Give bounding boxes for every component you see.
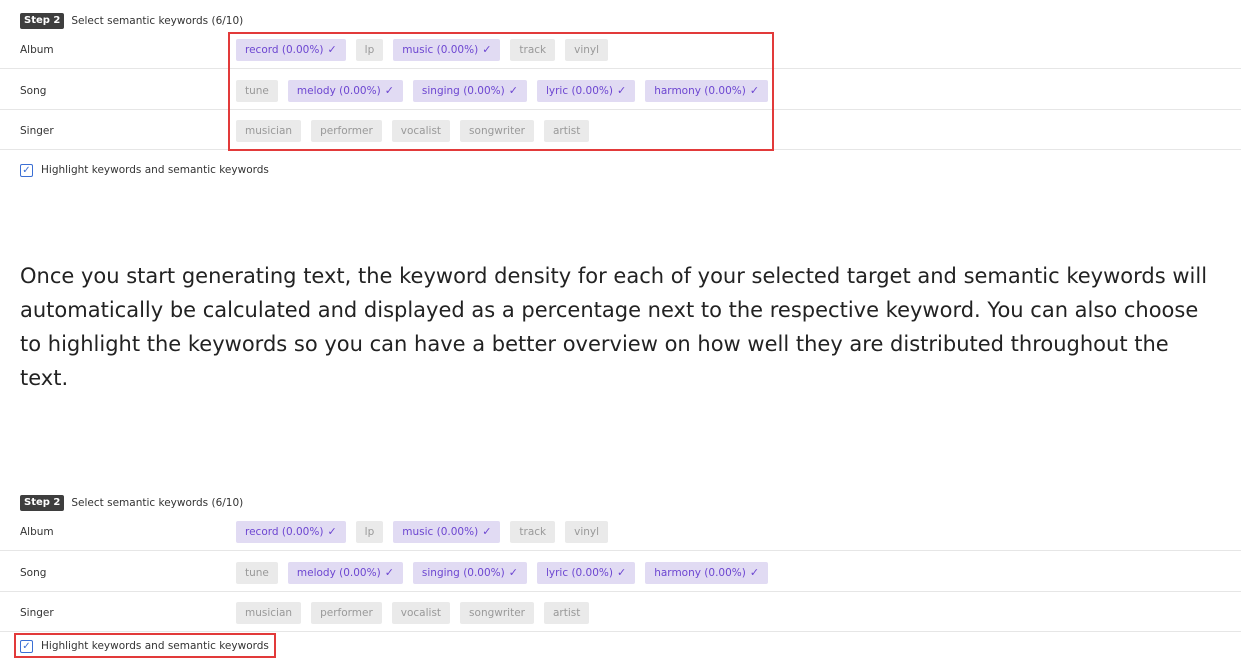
- keyword-row-singer: Singer musician performer vocalist songw…: [0, 595, 1241, 632]
- row-label: Song: [20, 567, 47, 579]
- chip-text: lp: [364, 526, 375, 538]
- row-label: Album: [20, 526, 54, 538]
- annotation-box-checkbox: [14, 633, 276, 658]
- step-title: Select semantic keywords (6/10): [71, 497, 244, 509]
- step-header: Step 2 Select semantic keywords (6/10): [20, 494, 243, 512]
- keyword-chip[interactable]: lyric (0.00%) ✓: [536, 562, 636, 584]
- chip-text: artist: [552, 607, 581, 619]
- chip-text: track: [519, 526, 547, 538]
- highlight-keywords-option[interactable]: ✓ Highlight keywords and semantic keywor…: [20, 161, 269, 179]
- keyword-chip[interactable]: vinyl: [565, 521, 609, 543]
- keyword-row-song: Song tune melody (0.00%) ✓ singing (0.00%…: [0, 555, 1241, 592]
- row-label: Singer: [20, 125, 54, 137]
- keyword-chip[interactable]: vocalist: [391, 602, 451, 624]
- step-title: Select semantic keywords (6/10): [71, 15, 244, 27]
- chip-text: songwriter: [469, 607, 525, 619]
- step-badge: Step 2: [20, 13, 65, 29]
- check-icon: ✓: [384, 566, 394, 579]
- keyword-row-album: Album record (0.00%) ✓ lp music (0.00%) ✓ …: [0, 514, 1241, 551]
- checkmark-icon: ✓: [22, 164, 31, 176]
- keyword-chip[interactable]: songwriter: [460, 602, 534, 624]
- keyword-chip[interactable]: artist: [543, 602, 590, 624]
- annotation-box-keywords: [228, 32, 774, 151]
- check-icon: ✓: [749, 566, 760, 579]
- chip-text: performer: [320, 607, 373, 619]
- keyword-chip[interactable]: track: [510, 521, 556, 543]
- chip-text: record (0.00%): [245, 526, 324, 538]
- keyword-chip[interactable]: performer: [311, 602, 382, 624]
- step-badge: Step 2: [20, 495, 65, 511]
- chip-text: tune: [245, 567, 269, 579]
- chip-text: musician: [245, 607, 293, 619]
- chip-text: melody (0.00%): [296, 567, 381, 579]
- keyword-chip[interactable]: lp: [355, 521, 384, 543]
- chip-group: record (0.00%) ✓ lp music (0.00%) ✓ track …: [236, 521, 618, 543]
- check-icon: ✓: [508, 566, 518, 579]
- highlight-checkbox[interactable]: ✓: [20, 163, 33, 177]
- keyword-chip[interactable]: tune: [236, 562, 278, 584]
- chip-text: vocalist: [400, 607, 442, 619]
- keyword-chip[interactable]: music (0.00%) ✓: [393, 521, 501, 543]
- chip-text: harmony (0.00%): [654, 567, 746, 579]
- keyword-chip[interactable]: melody (0.00%) ✓: [287, 562, 403, 584]
- chip-group: tune melody (0.00%) ✓ singing (0.00%) ✓ ly…: [236, 562, 778, 584]
- checkbox-label: Highlight keywords and semantic keywords: [41, 164, 269, 176]
- keyword-chip[interactable]: singing (0.00%) ✓: [412, 562, 527, 584]
- chip-group: musician performer vocalist songwriter a…: [236, 602, 599, 624]
- check-icon: ✓: [482, 525, 492, 538]
- row-label: Singer: [20, 607, 54, 619]
- chip-text: singing (0.00%): [421, 567, 505, 579]
- explanation-paragraph: Once you start generating text, the keyw…: [20, 264, 1208, 390]
- chip-text: music (0.00%): [402, 526, 479, 538]
- row-label: Song: [20, 85, 47, 97]
- chip-text: lyric (0.00%): [545, 567, 613, 579]
- keyword-chip[interactable]: musician: [236, 602, 302, 624]
- keyword-chip[interactable]: record (0.00%) ✓: [236, 521, 346, 543]
- check-icon: ✓: [327, 525, 337, 538]
- chip-text: vinyl: [574, 526, 600, 538]
- step-header: Step 2 Select semantic keywords (6/10): [20, 12, 243, 30]
- row-label: Album: [20, 44, 54, 56]
- keyword-chip[interactable]: harmony (0.00%) ✓: [645, 562, 769, 584]
- check-icon: ✓: [617, 566, 627, 579]
